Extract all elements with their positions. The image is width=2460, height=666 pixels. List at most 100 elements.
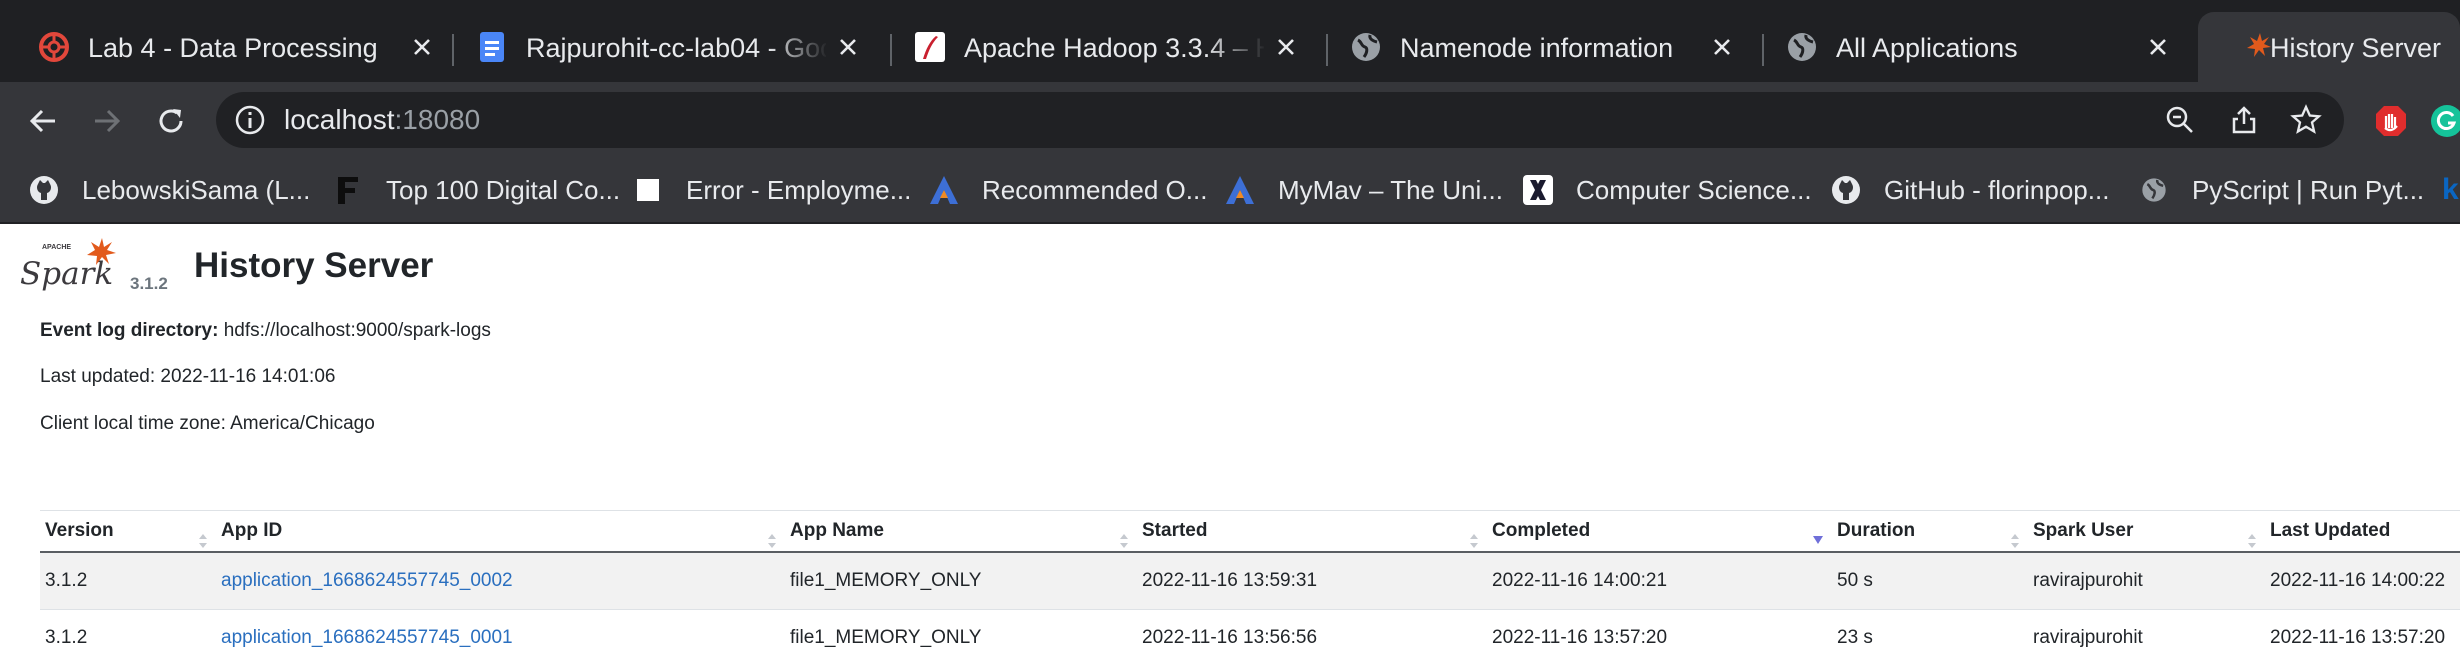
column-header-duration[interactable]: Duration xyxy=(1832,511,2028,553)
adblock-extension-icon[interactable] xyxy=(2370,100,2412,142)
tab-hadoop[interactable]: Apache Hadoop 3.3.4 – Ha xyxy=(876,12,1312,82)
header-label: Version xyxy=(45,520,114,541)
page-title: History Server xyxy=(194,246,433,286)
app-id-link[interactable]: application_1668624557745_0002 xyxy=(221,570,513,591)
cell-app-id: application_1668624557745_0001 xyxy=(216,610,785,666)
cell-started: 2022-11-16 13:59:31 xyxy=(1137,552,1487,610)
bookmark-github-florinpop[interactable]: GitHub - florinpop... xyxy=(1830,158,2109,222)
cell-completed: 2022-11-16 14:00:21 xyxy=(1487,552,1832,610)
bookmark-computer-science[interactable]: Computer Science... xyxy=(1522,158,1812,222)
address-host: localhost xyxy=(284,104,395,135)
tab-title: Lab 4 - Data Processing xyxy=(88,12,388,82)
bookmarks-bar: LebowskiSama (L... Top 100 Digital Co...… xyxy=(0,158,2460,224)
app-id-link[interactable]: application_1668624557745_0001 xyxy=(221,627,513,648)
globe-icon xyxy=(2138,174,2170,206)
column-header-spark-user[interactable]: Spark User xyxy=(2028,511,2265,553)
cell-duration: 23 s xyxy=(1832,610,2028,666)
column-header-last-updated[interactable]: Last Updated xyxy=(2265,511,2460,553)
browser-toolbar: localhost:18080 xyxy=(0,82,2460,158)
tab-namenode[interactable]: Namenode information xyxy=(1312,12,1748,82)
address-bar[interactable]: localhost:18080 xyxy=(216,92,2344,148)
cell-version: 3.1.2 xyxy=(40,610,216,666)
address-url: localhost:18080 xyxy=(284,92,480,148)
apache-feather-icon xyxy=(912,29,948,65)
close-tab-icon[interactable] xyxy=(830,29,866,65)
close-tab-icon[interactable] xyxy=(2140,29,2176,65)
header-label: Duration xyxy=(1837,520,1915,541)
table-row: 3.1.2 application_1668624557745_0001 fil… xyxy=(40,610,2460,666)
bookmark-overflow[interactable]: k xyxy=(2442,158,2459,222)
page-content: APACHE Spark 3.1.2 History Server Event … xyxy=(0,224,2460,664)
apache-spark-logo[interactable]: APACHE Spark xyxy=(18,236,128,292)
column-header-completed[interactable]: Completed xyxy=(1487,511,1832,553)
bookmark-label: Top 100 Digital Co... xyxy=(386,175,620,206)
bookmark-pyscript[interactable]: PyScript | Run Pyt... xyxy=(2138,158,2424,222)
event-log-label: Event log directory: xyxy=(40,320,218,341)
cell-completed: 2022-11-16 13:57:20 xyxy=(1487,610,1832,666)
column-header-app-name[interactable]: App Name xyxy=(785,511,1137,553)
header-label: Last Updated xyxy=(2270,520,2390,541)
bookmark-recommended[interactable]: Recommended O... xyxy=(928,158,1207,222)
bookmark-label: Recommended O... xyxy=(982,175,1207,206)
back-icon[interactable] xyxy=(22,100,64,142)
sort-both-icon xyxy=(1469,533,1479,549)
svg-text:Spark: Spark xyxy=(20,256,113,292)
share-icon[interactable] xyxy=(2226,102,2262,138)
cell-app-id: application_1668624557745_0002 xyxy=(216,552,785,610)
client-timezone: Client local time zone: America/Chicago xyxy=(40,413,375,435)
uta-icon xyxy=(928,174,960,206)
google-docs-icon xyxy=(474,29,510,65)
cell-app-name: file1_MEMORY_ONLY xyxy=(785,610,1137,666)
event-log-value: hdfs://localhost:9000/spark-logs xyxy=(224,320,491,341)
table-row: 3.1.2 application_1668624557745_0002 fil… xyxy=(40,552,2460,610)
cell-spark-user: ravirajpurohit xyxy=(2028,610,2265,666)
site-info-icon[interactable] xyxy=(234,104,266,136)
globe-icon xyxy=(1784,29,1820,65)
bookmark-mymav[interactable]: MyMav – The Uni... xyxy=(1224,158,1503,222)
cell-spark-user: ravirajpurohit xyxy=(2028,552,2265,610)
sort-both-icon xyxy=(2247,533,2257,549)
last-updated: Last updated: 2022-11-16 14:01:06 xyxy=(40,366,335,388)
linkedin-partial-icon: k xyxy=(2442,173,2459,207)
tab-title: History Server xyxy=(2270,12,2460,82)
header-label: Completed xyxy=(1492,520,1590,541)
bookmark-label: PyScript | Run Pyt... xyxy=(2192,175,2424,206)
sort-both-icon xyxy=(198,533,208,549)
header-label: App ID xyxy=(221,520,282,541)
tab-lab4[interactable]: Lab 4 - Data Processing xyxy=(0,12,450,82)
grammarly-extension-icon[interactable] xyxy=(2426,100,2460,142)
bookmark-label: GitHub - florinpop... xyxy=(1884,175,2109,206)
spark-version: 3.1.2 xyxy=(130,274,168,294)
close-tab-icon[interactable] xyxy=(1268,29,1304,65)
close-tab-icon[interactable] xyxy=(404,29,440,65)
bookmark-top100[interactable]: Top 100 Digital Co... xyxy=(332,158,620,222)
bookmark-label: Computer Science... xyxy=(1576,175,1812,206)
column-header-version[interactable]: Version xyxy=(40,511,216,553)
cell-duration: 50 s xyxy=(1832,552,2028,610)
bookmark-label: Error - Employme... xyxy=(686,175,911,206)
openai-icon xyxy=(36,29,72,65)
bookmark-label: MyMav – The Uni... xyxy=(1278,175,1503,206)
sort-both-icon xyxy=(767,533,777,549)
header-label: Spark User xyxy=(2033,520,2133,541)
reload-icon[interactable] xyxy=(150,100,192,142)
cell-last-updated: 2022-11-16 14:00:22 xyxy=(2265,552,2460,610)
uta-icon xyxy=(1224,174,1256,206)
tab-all-applications[interactable]: All Applications xyxy=(1748,12,2184,82)
column-header-started[interactable]: Started xyxy=(1137,511,1487,553)
svg-text:APACHE: APACHE xyxy=(42,244,71,251)
tab-title: Namenode information xyxy=(1400,12,1700,82)
forward-icon[interactable] xyxy=(86,100,128,142)
column-header-app-id[interactable]: App ID xyxy=(216,511,785,553)
bookmark-error-employment[interactable]: Error - Employme... xyxy=(632,158,911,222)
bookmark-star-icon[interactable] xyxy=(2288,102,2324,138)
close-tab-icon[interactable] xyxy=(1704,29,1740,65)
zoom-icon[interactable] xyxy=(2162,102,2198,138)
event-log-directory: Event log directory: hdfs://localhost:90… xyxy=(40,320,491,342)
tab-google-doc[interactable]: Rajpurohit-cc-lab04 - Goog xyxy=(438,12,874,82)
bookmark-lebowskisama[interactable]: LebowskiSama (L... xyxy=(28,158,310,222)
cell-app-name: file1_MEMORY_ONLY xyxy=(785,552,1137,610)
tab-history-server[interactable]: History Server xyxy=(2198,12,2460,82)
globe-icon xyxy=(1348,29,1384,65)
header-label: App Name xyxy=(790,520,884,541)
